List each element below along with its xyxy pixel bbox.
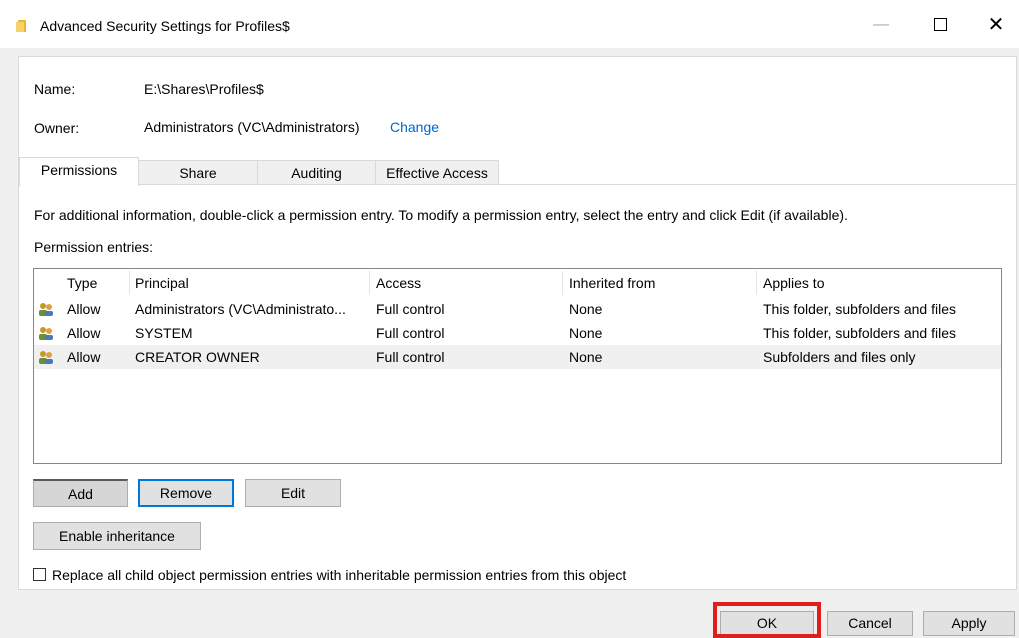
cell-principal: CREATOR OWNER xyxy=(135,349,260,365)
apply-button[interactable]: Apply xyxy=(923,611,1015,636)
column-separator xyxy=(369,271,370,295)
table-row[interactable]: Allow Administrators (VC\Administrato...… xyxy=(34,297,1001,321)
owner-value: Administrators (VC\Administrators) xyxy=(144,119,360,135)
tab-share[interactable]: Share xyxy=(138,160,258,185)
cell-type: Allow xyxy=(67,349,101,365)
cell-applies: This folder, subfolders and files xyxy=(763,325,956,341)
column-header-type[interactable]: Type xyxy=(67,271,97,295)
cell-principal: SYSTEM xyxy=(135,325,193,341)
close-button[interactable]: ✕ xyxy=(973,10,1019,40)
owner-label: Owner: xyxy=(34,120,80,136)
cell-access: Full control xyxy=(376,349,445,365)
cell-access: Full control xyxy=(376,301,445,317)
cell-access: Full control xyxy=(376,325,445,341)
tab-effective-access[interactable]: Effective Access xyxy=(375,160,499,185)
column-header-inherited[interactable]: Inherited from xyxy=(569,271,655,295)
title-bar: Advanced Security Settings for Profiles$… xyxy=(0,0,1019,48)
tab-auditing[interactable]: Auditing xyxy=(257,160,376,185)
column-header-applies[interactable]: Applies to xyxy=(763,271,824,295)
tab-permissions[interactable]: Permissions xyxy=(19,157,139,186)
maximize-button[interactable] xyxy=(917,10,963,40)
cell-type: Allow xyxy=(67,301,101,317)
instruction-text: For additional information, double-click… xyxy=(34,207,848,223)
table-row[interactable]: Allow SYSTEM Full control None This fold… xyxy=(34,321,1001,345)
cell-applies: This folder, subfolders and files xyxy=(763,301,956,317)
users-icon xyxy=(39,327,53,340)
cell-applies: Subfolders and files only xyxy=(763,349,916,365)
enable-inheritance-button[interactable]: Enable inheritance xyxy=(33,522,201,550)
add-button[interactable]: Add xyxy=(33,479,128,507)
table-row[interactable]: Allow CREATOR OWNER Full control None Su… xyxy=(34,345,1001,369)
cancel-button[interactable]: Cancel xyxy=(827,611,913,636)
owner-change-link[interactable]: Change xyxy=(390,119,439,135)
column-separator xyxy=(129,271,130,295)
users-icon xyxy=(39,351,53,364)
permission-entries-list[interactable]: Type Principal Access Inherited from App… xyxy=(33,268,1002,464)
maximize-icon xyxy=(933,18,947,32)
cell-type: Allow xyxy=(67,325,101,341)
cell-inherited: None xyxy=(569,301,603,317)
users-icon xyxy=(39,303,53,316)
cell-inherited: None xyxy=(569,325,603,341)
column-separator xyxy=(756,271,757,295)
remove-button[interactable]: Remove xyxy=(138,479,234,507)
folder-icon xyxy=(16,20,26,32)
tab-divider xyxy=(19,184,1016,185)
name-label: Name: xyxy=(34,81,76,97)
cell-inherited: None xyxy=(569,349,603,365)
settings-panel: Name: E:\Shares\Profiles$ Owner: Adminis… xyxy=(18,56,1017,590)
replace-child-permissions-checkbox[interactable] xyxy=(33,568,46,581)
column-header-principal[interactable]: Principal xyxy=(135,271,189,295)
minimize-button[interactable]: — xyxy=(858,10,904,40)
ok-highlight-annotation xyxy=(713,602,821,638)
column-separator xyxy=(562,271,563,295)
column-header-access[interactable]: Access xyxy=(376,271,421,295)
permission-entries-label: Permission entries: xyxy=(34,239,154,255)
cell-principal: Administrators (VC\Administrato... xyxy=(135,301,346,317)
edit-button[interactable]: Edit xyxy=(245,479,341,507)
name-value: E:\Shares\Profiles$ xyxy=(144,81,264,97)
window-title: Advanced Security Settings for Profiles$ xyxy=(40,18,290,34)
replace-child-permissions-label[interactable]: Replace all child object permission entr… xyxy=(52,567,626,583)
